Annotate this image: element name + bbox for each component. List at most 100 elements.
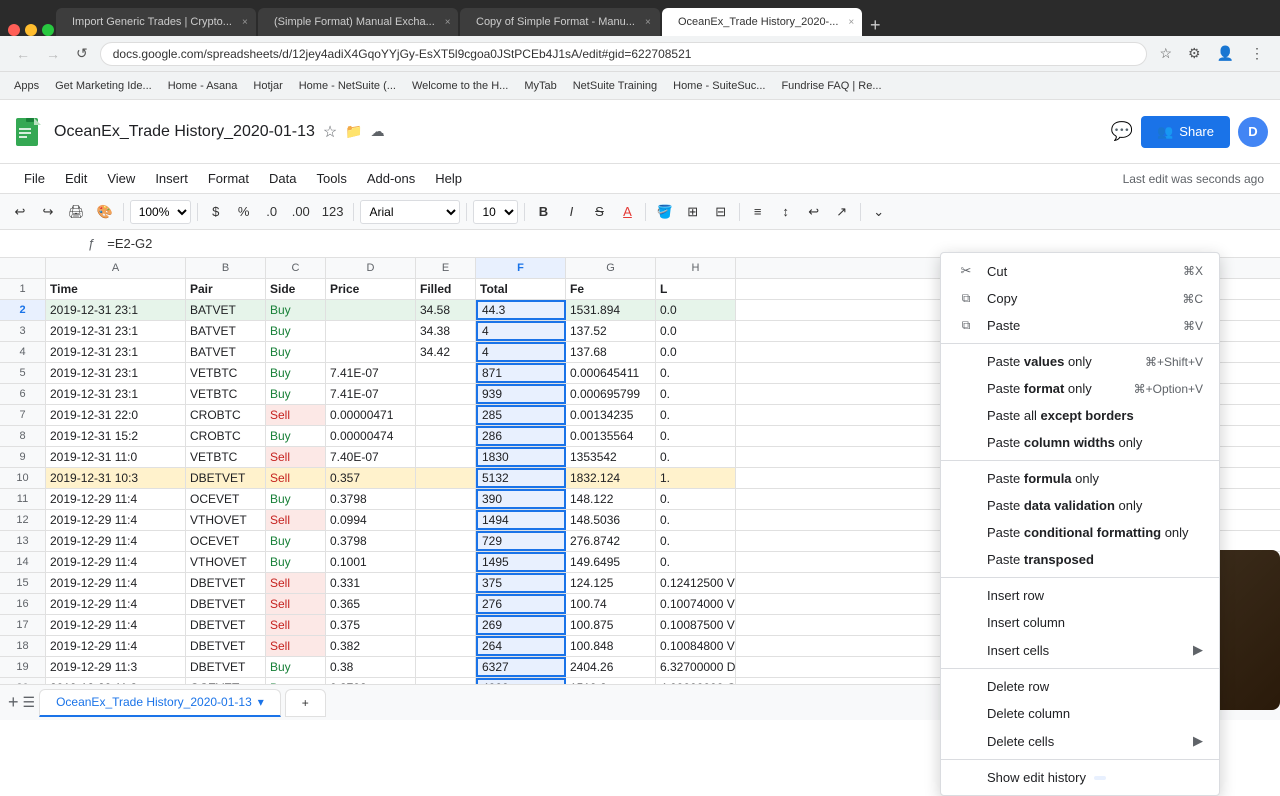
ctx-show-edit-history[interactable]: Show edit history <box>941 764 1219 791</box>
ctx-paste-transposed[interactable]: Paste transposed <box>941 546 1219 573</box>
cell-fe[interactable]: 276.8742 <box>566 531 656 551</box>
undo-button[interactable]: ↩ <box>8 199 32 225</box>
close-button[interactable] <box>8 24 20 36</box>
align-button[interactable]: ≡ <box>746 199 770 225</box>
cell-filled[interactable] <box>416 363 476 383</box>
cell-side[interactable]: Buy <box>266 342 326 362</box>
col-header-e[interactable]: E <box>416 258 476 278</box>
print-button[interactable]: 🖨 <box>64 199 89 225</box>
browser-tab[interactable]: (Simple Format) Manual Excha... × <box>258 8 458 36</box>
cell-l[interactable]: 0. <box>656 426 736 446</box>
cell-side[interactable]: Buy <box>266 426 326 446</box>
zoom-select[interactable]: 100% <box>130 200 191 224</box>
cell-filled[interactable] <box>416 594 476 614</box>
cell-pair[interactable]: DBETVET <box>186 615 266 635</box>
header-price[interactable]: Price <box>326 279 416 299</box>
merge-cells-button[interactable]: ⊟ <box>709 199 733 225</box>
add-sheet-button[interactable]: + <box>8 692 19 713</box>
col-header-a[interactable]: A <box>46 258 186 278</box>
col-header-h[interactable]: H <box>656 258 736 278</box>
cell-filled[interactable]: 34.38 <box>416 321 476 341</box>
cell-side[interactable]: Buy <box>266 552 326 572</box>
font-size-select[interactable]: 10 <box>473 200 518 224</box>
cell-pair[interactable]: VTHOVET <box>186 510 266 530</box>
cell-fe[interactable]: 1531.894 <box>566 300 656 320</box>
ctx-delete-row[interactable]: Delete row <box>941 673 1219 700</box>
cell-pair[interactable]: CROBTC <box>186 405 266 425</box>
col-header-c[interactable]: C <box>266 258 326 278</box>
cell-time[interactable]: 2019-12-31 23:1 <box>46 342 186 362</box>
valign-button[interactable]: ↕ <box>774 199 798 225</box>
ctx-insert-row[interactable]: Insert row <box>941 582 1219 609</box>
paint-format-button[interactable]: 🎨 <box>93 199 117 225</box>
col-header-d[interactable]: D <box>326 258 416 278</box>
cell-side[interactable]: Sell <box>266 447 326 467</box>
cell-side[interactable]: Sell <box>266 468 326 488</box>
cell-pair[interactable]: VETBTC <box>186 363 266 383</box>
cell-fe[interactable]: 2404.26 <box>566 657 656 677</box>
cell-fe[interactable]: 100.848 <box>566 636 656 656</box>
cell-price[interactable]: 0.38 <box>326 657 416 677</box>
rotate-button[interactable]: ↗ <box>830 199 854 225</box>
menu-view[interactable]: View <box>99 169 143 188</box>
cell-l[interactable]: 0.10074000 VET <box>656 594 736 614</box>
cell-time[interactable]: 2019-12-29 11:4 <box>46 489 186 509</box>
cell-price[interactable]: 0.375 <box>326 615 416 635</box>
share-button[interactable]: 👥 Share <box>1141 116 1230 148</box>
cell-time[interactable]: 2019-12-29 11:3 <box>46 657 186 677</box>
header-time[interactable]: Time <box>46 279 186 299</box>
cell-side[interactable]: Buy <box>266 489 326 509</box>
bookmark-hotjar[interactable]: Hotjar <box>247 78 288 94</box>
cell-price[interactable] <box>326 342 416 362</box>
cell-pair[interactable]: DBETVET <box>186 573 266 593</box>
cell-side[interactable]: Buy <box>266 657 326 677</box>
cell-price[interactable]: 7.41E-07 <box>326 363 416 383</box>
cell-fe[interactable]: 0.000695799 <box>566 384 656 404</box>
formula-input[interactable]: =E2-G2 <box>103 236 1280 251</box>
menu-button[interactable]: ⋮ <box>1246 43 1268 64</box>
sheet-tab-active[interactable]: OceanEx_Trade History_2020-01-13 ▾ <box>39 689 281 717</box>
cell-time[interactable]: 2019-12-31 15:2 <box>46 426 186 446</box>
cell-price[interactable]: 0.382 <box>326 636 416 656</box>
cell-price[interactable]: 0.365 <box>326 594 416 614</box>
percent-button[interactable]: % <box>232 199 256 225</box>
cell-side[interactable]: Buy <box>266 384 326 404</box>
tab-close-icon[interactable]: × <box>242 17 248 28</box>
cell-fe[interactable]: 137.68 <box>566 342 656 362</box>
currency-button[interactable]: $ <box>204 199 228 225</box>
redo-button[interactable]: ↪ <box>36 199 60 225</box>
cell-filled[interactable]: 34.42 <box>416 342 476 362</box>
cell-fe[interactable]: 1832.124 <box>566 468 656 488</box>
cell-price[interactable]: 0.1001 <box>326 552 416 572</box>
cell-l[interactable]: 0. <box>656 405 736 425</box>
cell-side[interactable]: Sell <box>266 510 326 530</box>
cell-fe[interactable]: 148.122 <box>566 489 656 509</box>
cell-total[interactable]: 390 <box>476 489 566 509</box>
cell-total[interactable]: 871 <box>476 363 566 383</box>
cell-fe[interactable]: 100.74 <box>566 594 656 614</box>
cell-time[interactable]: 2019-12-29 11:4 <box>46 594 186 614</box>
menu-format[interactable]: Format <box>200 169 257 188</box>
cell-pair[interactable]: VETBTC <box>186 384 266 404</box>
cell-price[interactable]: 7.40E-07 <box>326 447 416 467</box>
ctx-insert-cells[interactable]: Insert cells ▶ <box>941 636 1219 664</box>
cell-filled[interactable] <box>416 384 476 404</box>
bookmark-asana[interactable]: Home - Asana <box>162 78 244 94</box>
cell-price[interactable]: 0.3798 <box>326 531 416 551</box>
profile-button[interactable]: 👤 <box>1213 43 1238 64</box>
browser-tab-active[interactable]: OceanEx_Trade History_2020-... × <box>662 8 862 36</box>
ctx-paste-validation[interactable]: Paste data validation only <box>941 492 1219 519</box>
cell-pair[interactable]: CROBTC <box>186 426 266 446</box>
cell-l[interactable]: 0.0 <box>656 321 736 341</box>
cell-time[interactable]: 2019-12-29 11:4 <box>46 573 186 593</box>
cell-price[interactable] <box>326 321 416 341</box>
header-pair[interactable]: Pair <box>186 279 266 299</box>
cell-price[interactable]: 0.3798 <box>326 489 416 509</box>
cell-l[interactable]: 0. <box>656 447 736 467</box>
number-format-button[interactable]: 123 <box>318 199 348 225</box>
cell-time[interactable]: 2019-12-29 11:4 <box>46 552 186 572</box>
cell-time[interactable]: 2019-12-29 11:4 <box>46 531 186 551</box>
menu-data[interactable]: Data <box>261 169 304 188</box>
tab-close-icon[interactable]: × <box>645 17 651 28</box>
header-side[interactable]: Side <box>266 279 326 299</box>
